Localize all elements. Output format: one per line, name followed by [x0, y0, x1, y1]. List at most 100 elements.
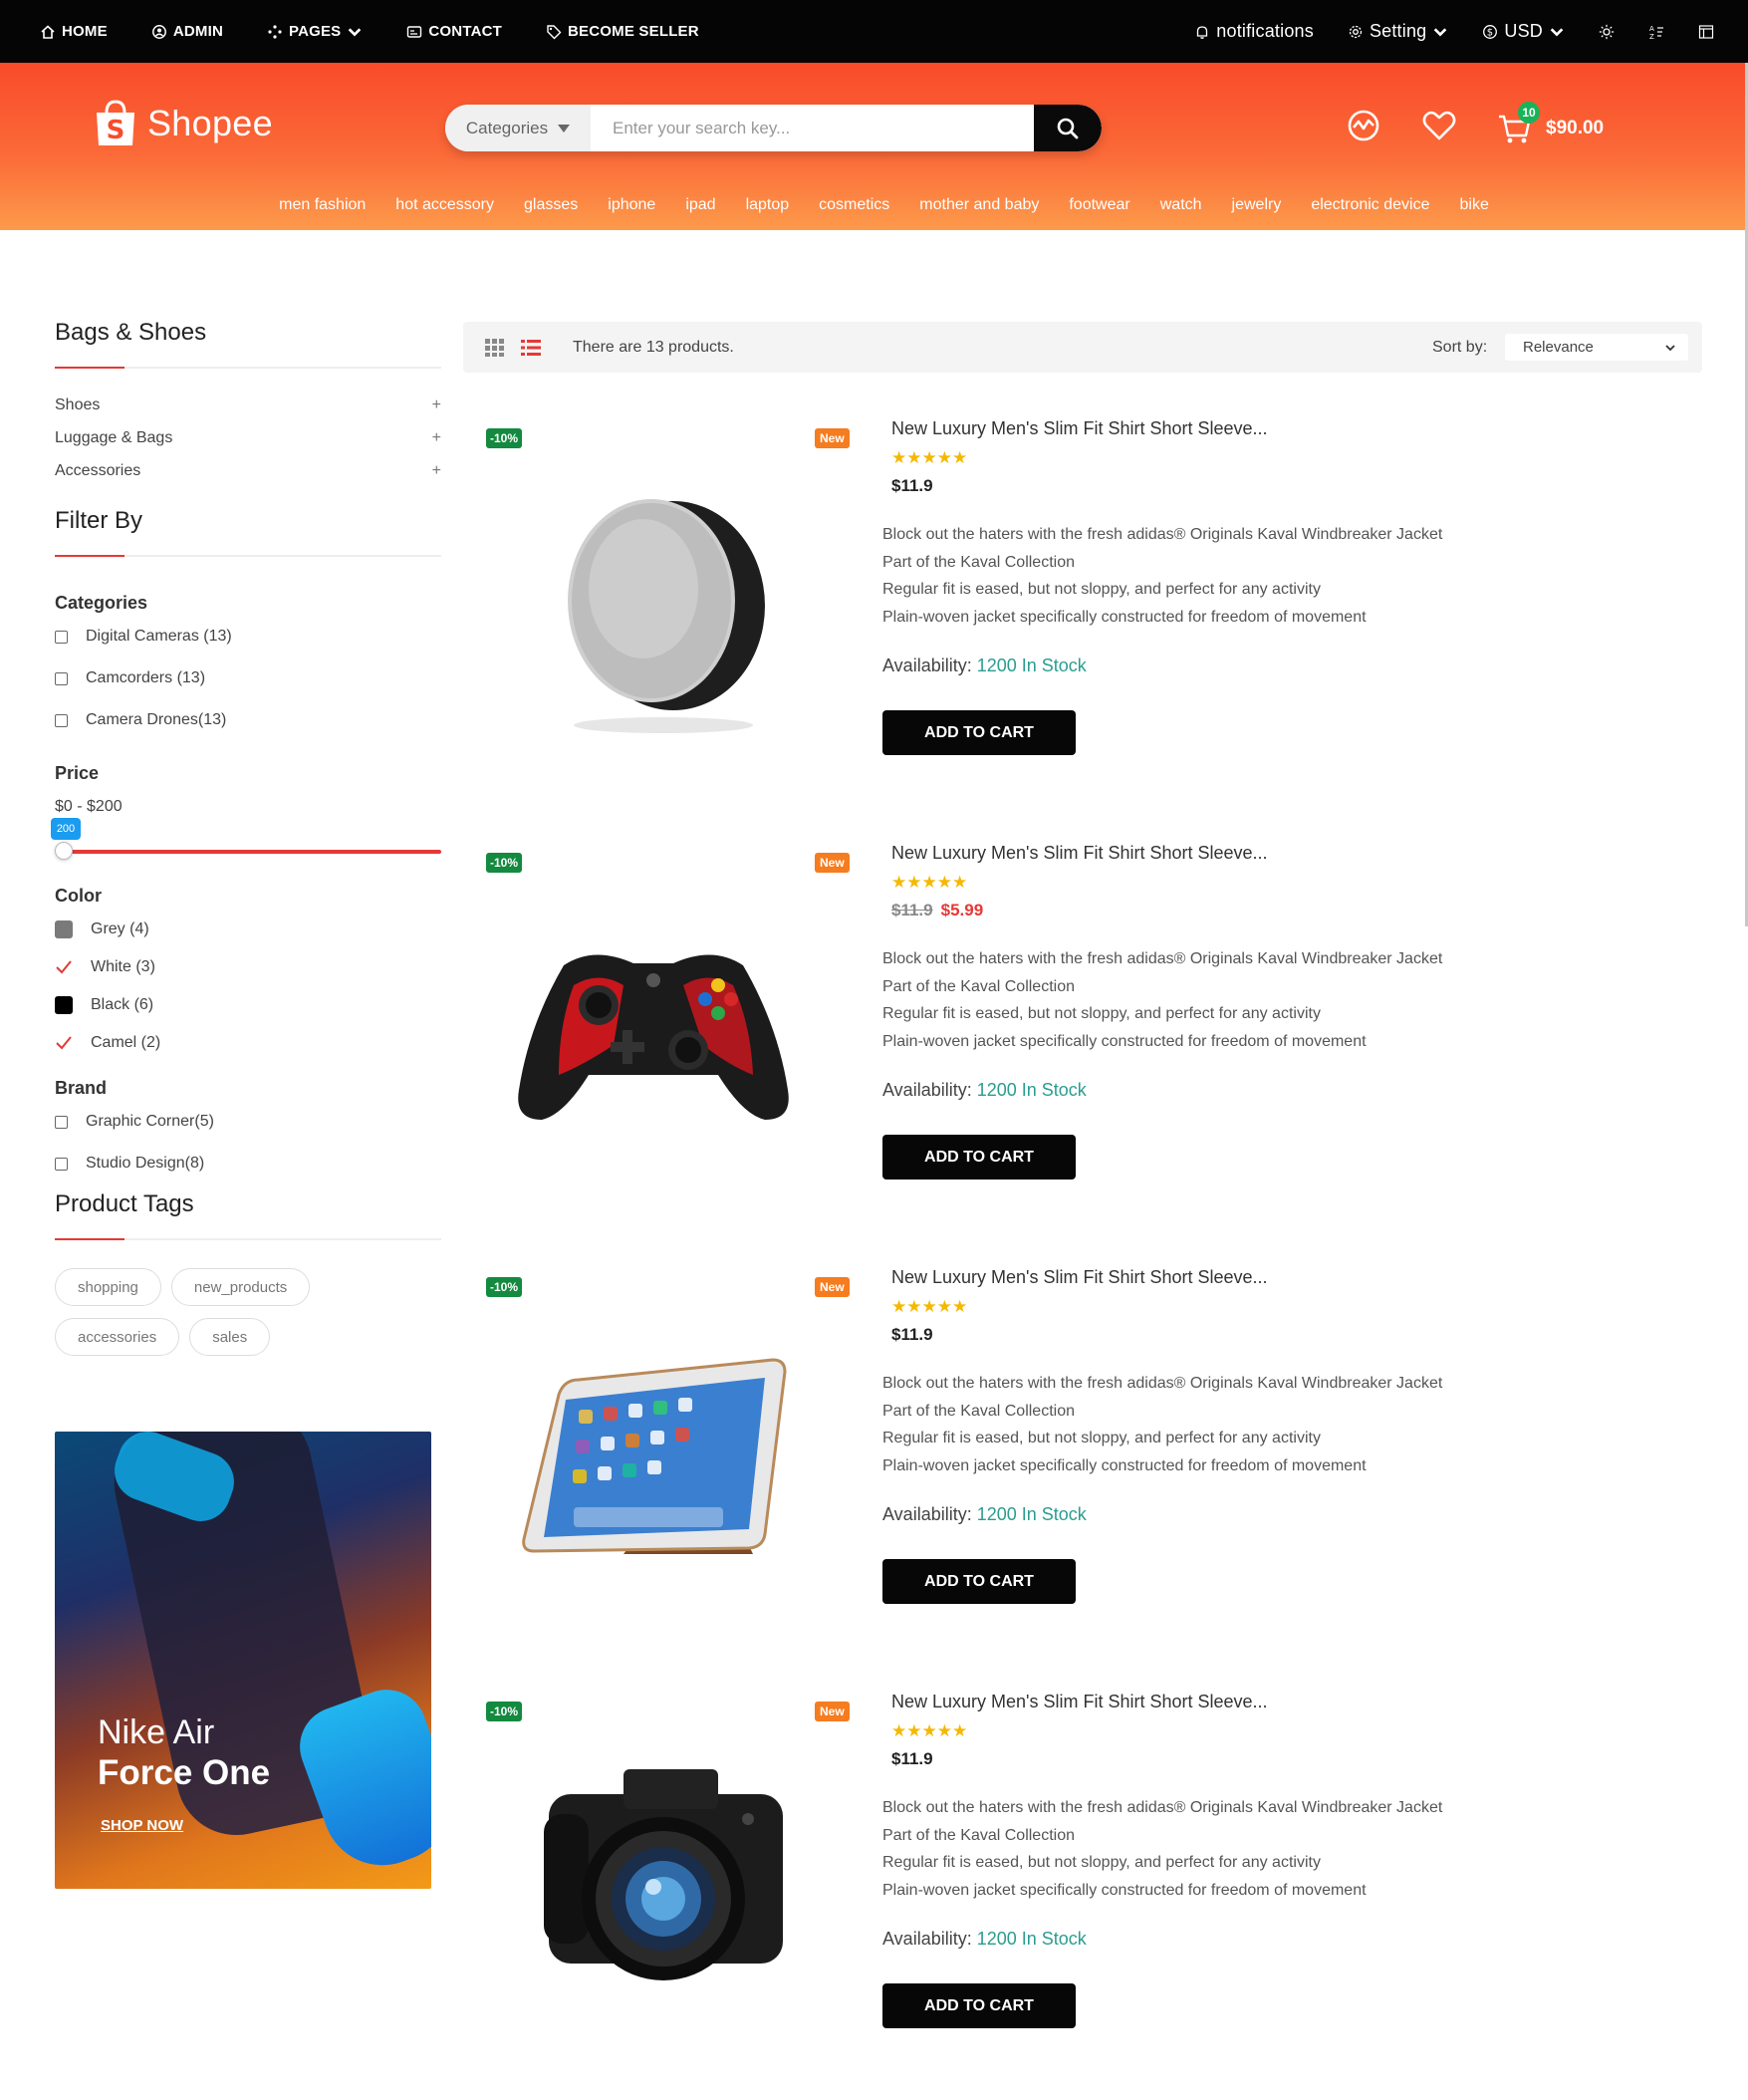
sale-price: $5.99 [940, 901, 984, 919]
category-link[interactable]: jewelry [1232, 196, 1282, 214]
top-nav-right: notifications Setting $ USD AZ [1194, 0, 1714, 63]
gear-icon [1349, 25, 1363, 38]
color-option-white[interactable]: White (3) [55, 948, 441, 986]
sort-select[interactable]: Relevance [1505, 334, 1688, 361]
checkbox[interactable] [55, 630, 68, 644]
color-option-grey[interactable]: Grey (4) [55, 911, 441, 948]
promo-banner[interactable]: Nike Air Force One SHOP NOW [55, 1432, 431, 1889]
category-link[interactable]: laptop [746, 196, 790, 214]
add-to-cart-button[interactable]: ADD TO CART [882, 710, 1076, 755]
theme-toggle[interactable] [1599, 24, 1615, 40]
filter-categories-title: Categories [55, 593, 148, 613]
layout-toggle[interactable] [1698, 24, 1714, 40]
expand-plus-icon[interactable]: + [432, 396, 441, 414]
category-item-shoes[interactable]: Shoes + [55, 389, 441, 421]
product-title[interactable]: New Luxury Men's Slim Fit Shirt Short Sl… [891, 1692, 1268, 1712]
rating-stars: ★★★★★ [891, 873, 968, 892]
sort-select-value: Relevance [1523, 339, 1594, 356]
filter-category-digital-cameras[interactable]: Digital Cameras (13) [55, 616, 441, 657]
category-link[interactable]: ipad [685, 196, 715, 214]
checkbox[interactable] [55, 671, 68, 685]
add-to-cart-button[interactable]: ADD TO CART [882, 1135, 1076, 1180]
add-to-cart-button[interactable]: ADD TO CART [882, 1559, 1076, 1604]
category-link[interactable]: hot accessory [395, 196, 494, 214]
site-header: S Shopee Categories 10 $90.00 men fashio… [0, 63, 1748, 230]
checkbox[interactable] [55, 1115, 68, 1129]
tag-pill[interactable]: shopping [55, 1268, 161, 1306]
wishlist-button[interactable] [1420, 107, 1458, 149]
product-image-gamepad[interactable] [504, 876, 803, 1175]
category-link[interactable]: footwear [1069, 196, 1129, 214]
notifications-link[interactable]: notifications [1194, 21, 1314, 42]
price-slider-track[interactable] [63, 850, 441, 854]
color-option-black[interactable]: Black (6) [55, 986, 441, 1024]
filter-label: Digital Cameras (13) [86, 628, 232, 645]
product-image-speaker[interactable] [504, 451, 803, 750]
category-link[interactable]: watch [1160, 196, 1202, 214]
checkmark-icon[interactable] [55, 1034, 73, 1052]
brand-option-studio-design[interactable]: Studio Design(8) [55, 1143, 441, 1184]
filter-category-camera-drones[interactable]: Camera Drones(13) [55, 699, 441, 741]
category-item-accessories[interactable]: Accessories + [55, 454, 441, 487]
product-image-camera[interactable] [504, 1724, 803, 2023]
category-link[interactable]: bike [1460, 196, 1489, 214]
cart-button[interactable]: 10 $90.00 [1496, 101, 1604, 147]
search-input[interactable] [591, 105, 1034, 151]
category-item-luggage[interactable]: Luggage & Bags + [55, 421, 441, 454]
top-nav-left: HOME ADMIN PAGES CONTACT BECOME SELLER [40, 0, 699, 63]
search-category-dropdown[interactable]: Categories [445, 105, 591, 151]
nav-become-seller[interactable]: BECOME SELLER [546, 23, 699, 40]
color-label: Black (6) [91, 996, 154, 1013]
svg-text:Z: Z [1649, 33, 1654, 40]
description-line: Block out the haters with the fresh adid… [882, 1799, 1443, 1816]
brand-option-graphic-corner[interactable]: Graphic Corner(5) [55, 1101, 441, 1143]
tag-pill[interactable]: new_products [170, 1268, 311, 1306]
expand-plus-icon[interactable]: + [432, 429, 441, 447]
checkbox[interactable] [55, 1157, 68, 1171]
product-image-tablet[interactable] [504, 1300, 803, 1599]
product-title[interactable]: New Luxury Men's Slim Fit Shirt Short Sl… [891, 418, 1268, 439]
category-item-label: Accessories [55, 461, 141, 479]
category-link[interactable]: men fashion [279, 196, 366, 214]
new-badge: New [815, 1702, 850, 1721]
grid-view-icon[interactable] [485, 338, 505, 358]
filter-category-camcorders[interactable]: Camcorders (13) [55, 657, 441, 699]
nav-contact[interactable]: CONTACT [406, 23, 502, 40]
tag-icon [547, 24, 562, 39]
category-link[interactable]: glasses [524, 196, 578, 214]
sun-icon [1599, 24, 1615, 39]
currency-dropdown[interactable]: $ USD [1482, 21, 1565, 42]
nav-home[interactable]: HOME [40, 23, 108, 40]
checkmark-icon[interactable] [55, 958, 73, 976]
add-to-cart-button[interactable]: ADD TO CART [882, 1983, 1076, 2028]
discount-badge: -10% [486, 1277, 523, 1297]
color-option-camel[interactable]: Camel (2) [55, 1024, 441, 1062]
color-swatch[interactable] [55, 920, 73, 938]
color-label: Camel (2) [91, 1034, 161, 1051]
caret-down-icon [558, 124, 571, 132]
checkbox[interactable] [55, 713, 68, 727]
sort-alpha-toggle[interactable]: AZ [1648, 24, 1664, 40]
category-list: Shoes + Luggage & Bags + Accessories + [55, 389, 441, 487]
search-button[interactable] [1034, 105, 1102, 151]
site-logo[interactable]: S Shopee [94, 99, 273, 148]
list-view-icon[interactable] [521, 338, 541, 358]
nav-pages[interactable]: PAGES [267, 23, 363, 40]
setting-dropdown[interactable]: Setting [1348, 21, 1448, 42]
category-link[interactable]: iphone [608, 196, 655, 214]
product-description: Block out the haters with the fresh adid… [882, 521, 1442, 631]
category-link[interactable]: mother and baby [919, 196, 1039, 214]
nav-admin[interactable]: ADMIN [151, 23, 223, 40]
tag-pill[interactable]: accessories [55, 1318, 180, 1356]
category-link[interactable]: cosmetics [819, 196, 889, 214]
category-link[interactable]: electronic device [1311, 196, 1429, 214]
price-slider[interactable]: 200 [51, 818, 441, 864]
product-title[interactable]: New Luxury Men's Slim Fit Shirt Short Sl… [891, 843, 1268, 864]
expand-plus-icon[interactable]: + [432, 462, 441, 480]
compare-button[interactable] [1345, 107, 1382, 149]
tag-pill[interactable]: sales [189, 1318, 271, 1356]
banner-shop-now-link[interactable]: SHOP NOW [101, 1817, 183, 1834]
price-slider-handle[interactable] [55, 842, 73, 860]
color-swatch[interactable] [55, 996, 73, 1014]
product-title[interactable]: New Luxury Men's Slim Fit Shirt Short Sl… [891, 1267, 1268, 1288]
